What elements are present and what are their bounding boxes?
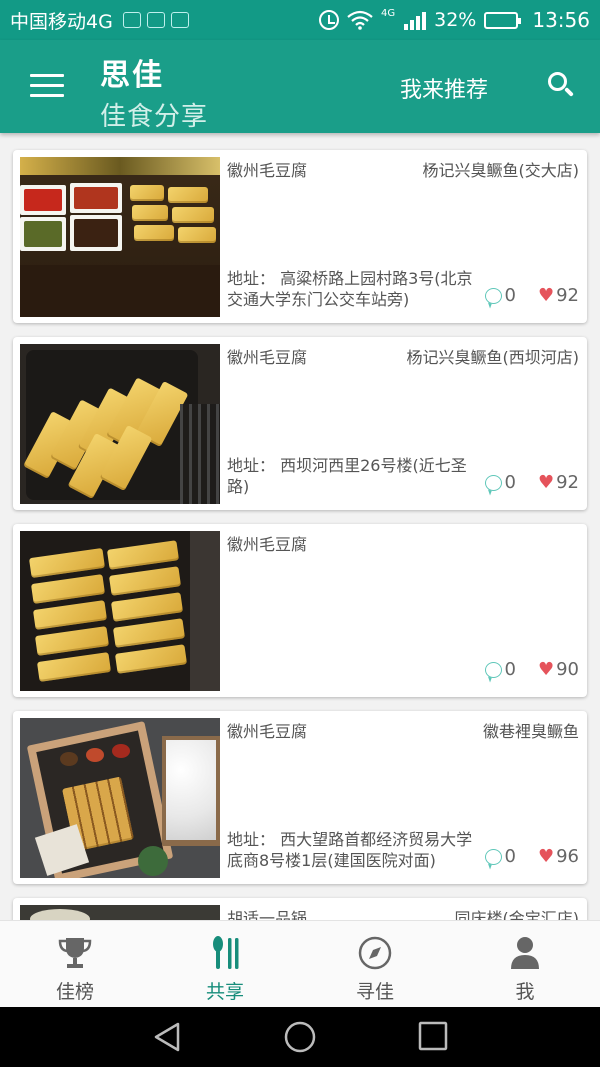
comment-count: 0: [504, 285, 516, 306]
person-icon: [511, 937, 539, 969]
shop-address: 地址： 西大望路首都经济贸易大学底商8号楼1层(建国医院对面): [227, 830, 473, 870]
menu-button[interactable]: [30, 74, 64, 98]
dish-photo: [20, 344, 220, 504]
back-icon[interactable]: [152, 1021, 182, 1053]
shop-name: 徽巷裡臭鳜鱼: [482, 722, 579, 741]
dish-name: 徽州毛豆腐: [227, 348, 308, 367]
signal-icon: [404, 10, 427, 30]
heart-icon: ♥: [537, 472, 555, 493]
card-info: 徽州毛豆腐 0 ♥ 90: [227, 531, 579, 690]
comment-icon: [484, 287, 502, 304]
battery-percent: 32%: [434, 9, 477, 31]
status-right: 4G 32% 13:56: [319, 8, 590, 32]
app-title: 思佳: [100, 58, 164, 93]
home-icon[interactable]: [284, 1021, 316, 1053]
card-info: 徽州毛豆腐 杨记兴臭鳜鱼(交大店) 地址： 高粱桥路上园村路3号(北京交通大学东…: [227, 157, 579, 316]
dish-photo: [20, 905, 220, 920]
menu-icon: [30, 74, 64, 77]
compass-icon: [358, 936, 392, 970]
dish-name: 胡适一品锅: [227, 909, 308, 920]
alarm-icon: [319, 10, 339, 30]
list-item[interactable]: 胡适一品锅 同庆楼(金宝汇店): [13, 898, 587, 920]
comment-count: 0: [504, 472, 516, 493]
shop-address: 地址： 西坝河西里26号楼(近七圣路): [227, 456, 467, 496]
recents-icon[interactable]: [418, 1021, 448, 1051]
comment-count: 0: [504, 846, 516, 867]
like-count: 96: [556, 846, 579, 867]
bottom-nav: 佳榜 共享 寻佳 我: [0, 920, 600, 1007]
list-item[interactable]: 徽州毛豆腐 徽巷裡臭鳜鱼 地址： 西大望路首都经济贸易大学底商8号楼1层(建国医…: [13, 711, 587, 884]
comment-icon: [484, 474, 502, 491]
share-list[interactable]: 徽州毛豆腐 杨记兴臭鳜鱼(交大店) 地址： 高粱桥路上园村路3号(北京交通大学东…: [0, 133, 600, 920]
card-info: 胡适一品锅 同庆楼(金宝汇店): [227, 905, 579, 920]
trophy-icon: [58, 938, 92, 968]
dish-name: 徽州毛豆腐: [227, 161, 308, 180]
tab-label: 佳榜: [55, 981, 94, 1003]
heart-icon: ♥: [537, 285, 555, 306]
dish-photo: [20, 718, 220, 878]
comment-icon: [484, 848, 502, 865]
card-stats: 0 ♥ 90: [484, 659, 579, 680]
shop-name: 同庆楼(金宝汇店): [454, 909, 580, 920]
card-stats: 0 ♥ 92: [484, 285, 579, 306]
tab-label: 共享: [205, 981, 244, 1003]
health-icon: [146, 12, 165, 28]
comment-icon: [484, 661, 502, 678]
notification-icon: [122, 12, 141, 28]
like-count: 92: [556, 285, 579, 306]
card-info: 徽州毛豆腐 杨记兴臭鳜鱼(西坝河店) 地址： 西坝河西里26号楼(近七圣路) 0…: [227, 344, 579, 503]
dish-name: 徽州毛豆腐: [227, 535, 308, 554]
tab-label: 寻佳: [355, 981, 394, 1003]
tab-discover[interactable]: 寻佳: [300, 921, 450, 1007]
system-nav-bar: [0, 1007, 600, 1067]
list-item[interactable]: 徽州毛豆腐 0 ♥ 90: [13, 524, 587, 697]
heart-icon: ♥: [537, 659, 555, 680]
status-bar: 中国移动4G 4G 32% 13:56: [0, 0, 600, 40]
shop-name: 杨记兴臭鳜鱼(西坝河店): [406, 348, 580, 367]
network-type: 4G: [381, 8, 396, 19]
dish-photo: [20, 531, 220, 691]
gallery-icon: [170, 12, 189, 28]
search-button[interactable]: [546, 70, 576, 100]
recommend-button[interactable]: 我来推荐: [400, 72, 488, 104]
shop-address: 地址： 高粱桥路上园村路3号(北京交通大学东门公交车站旁): [227, 269, 473, 309]
like-count: 92: [556, 472, 579, 493]
tab-ranking[interactable]: 佳榜: [0, 921, 150, 1007]
dish-name: 徽州毛豆腐: [227, 722, 308, 741]
battery-icon: [484, 11, 522, 29]
app-titles: 思佳 佳食分享: [100, 50, 208, 133]
card-stats: 0 ♥ 96: [484, 846, 579, 867]
tab-label: 我: [515, 981, 535, 1003]
card-info: 徽州毛豆腐 徽巷裡臭鳜鱼 地址： 西大望路首都经济贸易大学底商8号楼1层(建国医…: [227, 718, 579, 877]
wifi-icon: [347, 10, 373, 30]
heart-icon: ♥: [537, 846, 555, 867]
tab-share[interactable]: 共享: [150, 921, 300, 1007]
comment-count: 0: [504, 659, 516, 680]
app-bar: 思佳 佳食分享 我来推荐: [0, 40, 600, 133]
clock: 13:56: [532, 8, 590, 32]
notification-icons: [122, 12, 189, 28]
carrier-name: 中国移动4G: [10, 10, 113, 33]
dish-photo: [20, 157, 220, 317]
list-item[interactable]: 徽州毛豆腐 杨记兴臭鳜鱼(西坝河店) 地址： 西坝河西里26号楼(近七圣路) 0…: [13, 337, 587, 510]
cutlery-icon: [213, 936, 239, 969]
shop-name: 杨记兴臭鳜鱼(交大店): [422, 161, 580, 180]
tab-me[interactable]: 我: [450, 921, 600, 1007]
card-stats: 0 ♥ 92: [484, 472, 579, 493]
list-item[interactable]: 徽州毛豆腐 杨记兴臭鳜鱼(交大店) 地址： 高粱桥路上园村路3号(北京交通大学东…: [13, 150, 587, 323]
like-count: 90: [556, 659, 579, 680]
app-subtitle: 佳食分享: [100, 102, 209, 132]
